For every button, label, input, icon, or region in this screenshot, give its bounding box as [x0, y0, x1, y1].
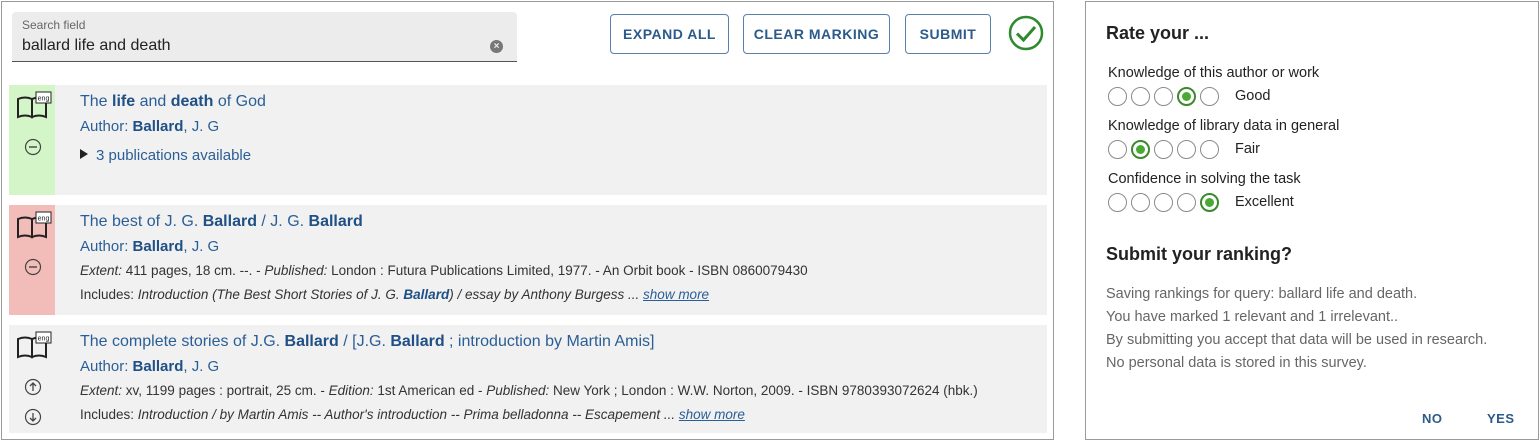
show-more-link[interactable]: show more	[679, 407, 745, 422]
rating-radio[interactable]	[1108, 87, 1127, 106]
show-more-link[interactable]: show more	[643, 287, 709, 302]
triangle-right-icon	[80, 149, 88, 159]
rating-panel: Rate your ... Knowledge of this author o…	[1085, 1, 1539, 440]
rating-radio[interactable]	[1154, 193, 1173, 212]
publications-toggle[interactable]: 3 publications available	[80, 147, 251, 164]
search-input[interactable]: ballard life and death	[22, 37, 171, 55]
rating-radio[interactable]	[1131, 87, 1150, 106]
result-author[interactable]: Author: Ballard, J. G	[80, 358, 219, 375]
yes-button[interactable]: YES	[1487, 411, 1515, 426]
result-row: eng The best of J. G. Ballard / J. G. Ba…	[9, 205, 1047, 315]
svg-text:eng: eng	[38, 336, 50, 343]
rating-radio[interactable]	[1108, 193, 1127, 212]
relevance-marker: eng	[9, 85, 55, 195]
result-details: Extent: 411 pages, 18 cm. --. - Publishe…	[80, 263, 808, 278]
result-title[interactable]: The complete stories of J.G. Ballard / […	[80, 333, 654, 351]
rating-title: Rate your ...	[1106, 23, 1210, 43]
result-details: Extent: xv, 1199 pages : portrait, 25 cm…	[80, 383, 978, 398]
search-label: Search field	[22, 18, 86, 32]
book-icon: eng	[17, 91, 52, 119]
expand-all-button[interactable]: EXPAND ALL	[610, 14, 729, 54]
rating-radio[interactable]	[1131, 140, 1150, 159]
info-line: No personal data is stored in this surve…	[1106, 355, 1367, 371]
check-circle-icon	[1008, 15, 1044, 51]
book-icon: eng	[17, 211, 52, 239]
minus-circle-icon[interactable]	[24, 258, 42, 276]
result-author[interactable]: Author: Ballard, J. G	[80, 238, 219, 255]
result-row: eng The life and death of God Author: Ba…	[9, 85, 1047, 195]
rating-radio[interactable]	[1154, 140, 1173, 159]
question-label: Knowledge of library data in general	[1108, 118, 1340, 134]
submit-ranking-title: Submit your ranking?	[1106, 244, 1293, 264]
submit-button[interactable]: SUBMIT	[905, 14, 991, 54]
clear-icon[interactable]: ×	[490, 40, 503, 53]
no-button[interactable]: NO	[1422, 411, 1443, 426]
rating-radio[interactable]	[1131, 193, 1150, 212]
rating-radio[interactable]	[1200, 140, 1219, 159]
rating-value-label: Excellent	[1235, 194, 1294, 210]
info-line: You have marked 1 relevant and 1 irrelev…	[1106, 309, 1399, 325]
svg-text:eng: eng	[38, 96, 50, 103]
rating-value-label: Fair	[1235, 141, 1260, 157]
info-line: Saving rankings for query: ballard life …	[1106, 286, 1418, 302]
rating-radio[interactable]	[1177, 193, 1196, 212]
result-includes: Includes: Introduction (The Best Short S…	[80, 287, 710, 302]
minus-circle-icon[interactable]	[24, 138, 42, 156]
rating-value-label: Good	[1235, 88, 1271, 104]
question-label: Knowledge of this author or work	[1108, 65, 1320, 81]
result-title[interactable]: The life and death of God	[80, 93, 266, 111]
search-field[interactable]: Search field ballard life and death ×	[12, 12, 517, 62]
relevance-marker: eng	[9, 205, 55, 315]
rating-radio[interactable]	[1154, 87, 1173, 106]
result-row: eng The complete stories of J.G. Ballard…	[9, 325, 1047, 433]
rating-radio[interactable]	[1108, 140, 1127, 159]
rating-radio[interactable]	[1200, 193, 1219, 212]
result-includes: Includes: Introduction / by Martin Amis …	[80, 407, 745, 422]
rating-radio[interactable]	[1177, 87, 1196, 106]
result-author[interactable]: Author: Ballard, J. G	[80, 118, 219, 135]
svg-text:eng: eng	[38, 216, 50, 223]
arrow-up-circle-icon[interactable]	[24, 378, 42, 396]
rating-radio[interactable]	[1177, 140, 1196, 159]
arrow-down-circle-icon[interactable]	[24, 408, 42, 426]
book-icon: eng	[17, 331, 52, 359]
clear-marking-button[interactable]: CLEAR MARKING	[743, 14, 890, 54]
info-line: By submitting you accept that data will …	[1106, 332, 1488, 348]
results-panel: Search field ballard life and death × EX…	[1, 1, 1054, 440]
rating-radio[interactable]	[1200, 87, 1219, 106]
result-title[interactable]: The best of J. G. Ballard / J. G. Ballar…	[80, 213, 363, 231]
relevance-marker: eng	[9, 325, 55, 433]
question-label: Confidence in solving the task	[1108, 171, 1301, 187]
